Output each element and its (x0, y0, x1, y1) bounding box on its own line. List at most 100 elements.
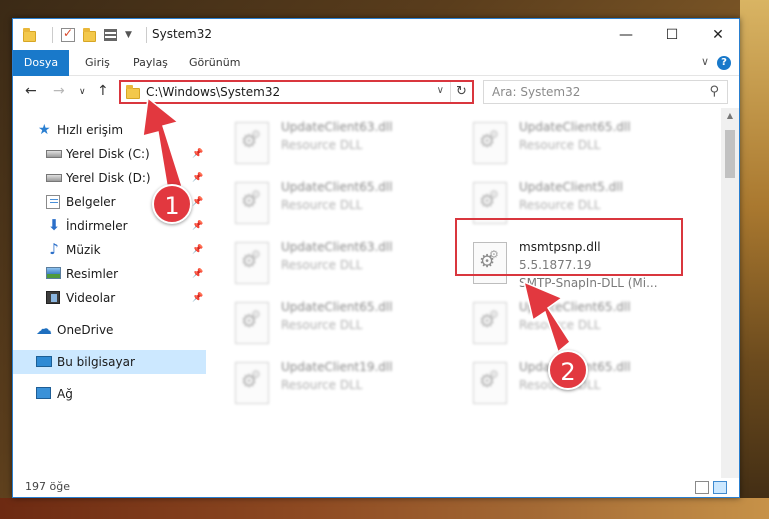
search-icon[interactable]: ⚲ (709, 84, 719, 99)
file-tile[interactable]: UpdateClient63.dll Resource DLL (235, 120, 465, 176)
sidebar-item-label: Bu bilgisayar (57, 355, 135, 369)
sidebar-item-label: Belgeler (66, 195, 116, 209)
scroll-up-icon[interactable]: ▲ (721, 108, 739, 124)
videos-icon (46, 291, 60, 304)
expand-ribbon-chevron-icon[interactable]: ∨ (701, 55, 709, 68)
folder-icon (23, 28, 36, 42)
dll-file-icon (235, 242, 269, 284)
navigation-pane: ★ Hızlı erişim Yerel Disk (C:) 📌 Yerel D… (13, 108, 208, 478)
file-tile[interactable]: UpdateClient65.dll Resource DLL (235, 180, 465, 236)
pin-icon[interactable]: 📌 (192, 149, 203, 159)
address-dropdown-chevron-icon[interactable]: ∨ (437, 85, 444, 96)
dll-file-icon (235, 302, 269, 344)
search-input[interactable]: Ara: System32 ⚲ (483, 80, 728, 104)
file-tile[interactable]: UpdateClient19.dll Resource DLL (235, 360, 465, 416)
item-count: 197 öğe (25, 480, 70, 493)
file-type: Resource DLL (281, 198, 363, 212)
network-icon (36, 387, 51, 399)
toolbar-divider (145, 27, 147, 43)
file-name: UpdateClient5.dll (519, 180, 623, 194)
recent-locations-chevron-icon[interactable]: ∨ (79, 87, 86, 97)
new-folder-icon[interactable] (83, 28, 96, 42)
file-list: UpdateClient63.dll Resource DLL UpdateCl… (209, 108, 721, 478)
up-arrow-icon[interactable]: ↑ (97, 83, 109, 99)
pin-icon[interactable]: 📌 (192, 197, 203, 207)
desktop-wallpaper (740, 0, 769, 519)
step-1-badge: 1 (152, 184, 192, 224)
sidebar-item-pictures[interactable]: Resimler 📌 (13, 262, 206, 286)
help-icon[interactable]: ? (717, 56, 731, 70)
dll-file-icon (235, 362, 269, 404)
dll-file-icon (235, 122, 269, 164)
address-bar[interactable]: C:\Windows\System32 ∨ ↻ (119, 80, 474, 104)
documents-icon (46, 195, 60, 209)
maximize-button[interactable]: ☐ (649, 19, 695, 50)
title-bar: ▼ System32 — ☐ ✕ (13, 19, 739, 50)
pin-icon[interactable]: 📌 (192, 245, 203, 255)
file-name: UpdateClient65.dll (519, 120, 631, 134)
large-icons-view-icon[interactable] (713, 481, 727, 494)
details-view-icon[interactable] (695, 481, 709, 494)
file-type: Resource DLL (281, 138, 363, 152)
tab-view[interactable]: Görünüm (179, 50, 250, 76)
file-tile[interactable]: UpdateClient65.dll Resource DLL (473, 360, 703, 416)
pin-icon[interactable]: 📌 (192, 269, 203, 279)
sidebar-item-label: Resimler (66, 267, 119, 281)
address-path[interactable]: C:\Windows\System32 (146, 85, 280, 99)
star-icon: ★ (38, 122, 51, 138)
file-tile[interactable]: UpdateClient65.dll Resource DLL (473, 300, 703, 356)
quick-access-toolbar: ▼ (23, 26, 155, 43)
back-arrow-icon[interactable]: ← (25, 83, 37, 99)
computer-icon (36, 356, 52, 367)
toolbar-divider (52, 27, 53, 43)
sidebar-item-local-disk-c[interactable]: Yerel Disk (C:) 📌 (13, 142, 206, 166)
properties-check-icon[interactable] (61, 26, 75, 42)
pin-icon[interactable]: 📌 (192, 173, 203, 183)
file-name: UpdateClient65.dll (519, 300, 631, 314)
sidebar-item-music[interactable]: ♪ Müzik 📌 (13, 238, 206, 262)
sidebar-item-label: Videolar (66, 291, 116, 305)
scroll-thumb[interactable] (725, 130, 735, 178)
sidebar-item-videos[interactable]: Videolar 📌 (13, 286, 206, 310)
file-name: UpdateClient63.dll (281, 240, 393, 254)
pin-icon[interactable]: 📌 (192, 293, 203, 303)
sidebar-item-label: Yerel Disk (D:) (66, 171, 151, 185)
file-tile[interactable]: UpdateClient65.dll Resource DLL (235, 300, 465, 356)
dll-file-icon (235, 182, 269, 224)
cloud-icon: ☁ (36, 319, 52, 338)
file-type: Resource DLL (519, 198, 601, 212)
desktop-wallpaper-bottom (0, 498, 769, 519)
tab-file[interactable]: Dosya (13, 50, 69, 76)
pictures-icon (46, 267, 61, 279)
search-placeholder: Ara: System32 (492, 85, 581, 99)
sidebar-item-this-pc[interactable]: Bu bilgisayar (13, 350, 206, 374)
sidebar-item-onedrive[interactable]: ☁ OneDrive (13, 318, 206, 342)
file-tile[interactable]: UpdateClient63.dll Resource DLL (235, 240, 465, 296)
minimize-button[interactable]: — (603, 19, 649, 50)
file-type: Resource DLL (519, 138, 601, 152)
file-type: Resource DLL (281, 378, 363, 392)
window-title: System32 (152, 27, 213, 41)
file-type: Resource DLL (281, 318, 363, 332)
pin-icon[interactable]: 📌 (192, 221, 203, 231)
file-tile[interactable]: UpdateClient65.dll Resource DLL (473, 120, 703, 176)
file-type: Resource DLL (281, 258, 363, 272)
properties-icon[interactable] (104, 29, 117, 41)
downloads-icon: ⬇ (47, 216, 61, 234)
customize-toolbar-chevron-icon[interactable]: ▼ (125, 30, 132, 40)
file-name: UpdateClient63.dll (281, 120, 393, 134)
close-button[interactable]: ✕ (695, 19, 739, 50)
sidebar-item-label: Yerel Disk (C:) (66, 147, 150, 161)
tab-share[interactable]: Paylaş (123, 50, 178, 76)
refresh-icon[interactable]: ↻ (450, 82, 472, 102)
sidebar-item-network[interactable]: Ağ (13, 382, 206, 406)
dll-file-icon (473, 302, 507, 344)
vertical-scrollbar[interactable]: ▲ (721, 108, 739, 478)
file-description: SMTP-SnapIn-DLL (Mi... (519, 276, 658, 290)
dll-file-icon (473, 362, 507, 404)
sidebar-item-quick-access[interactable]: ★ Hızlı erişim (13, 118, 206, 142)
dll-file-icon (473, 122, 507, 164)
file-type: Resource DLL (519, 318, 601, 332)
tab-home[interactable]: Giriş (75, 50, 120, 76)
forward-arrow-icon[interactable]: → (53, 83, 65, 99)
